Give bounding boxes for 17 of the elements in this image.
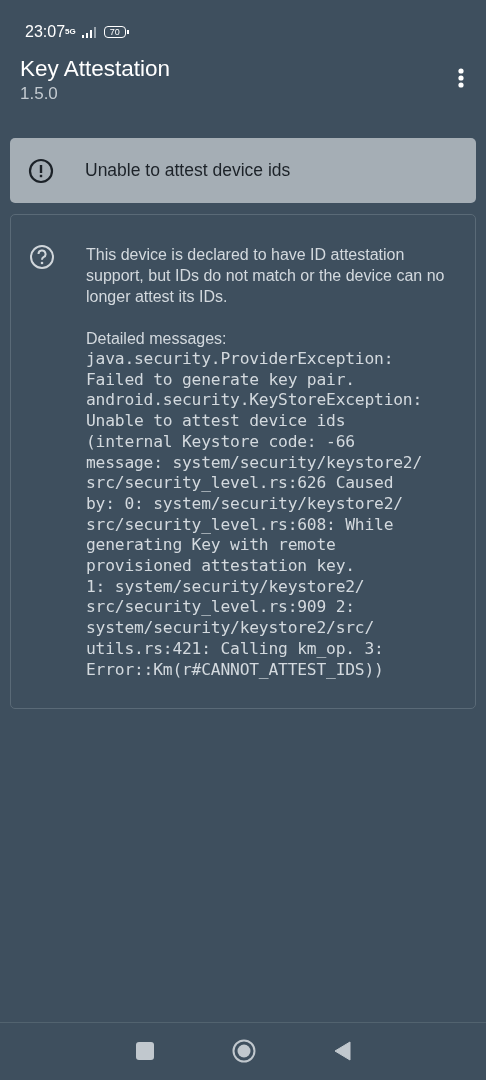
exclamation-circle-icon (28, 157, 54, 184)
network-label: 5G (65, 28, 76, 36)
app-version: 1.5.0 (20, 83, 59, 105)
back-button[interactable] (333, 1040, 351, 1061)
app-title: Key Attestation (20, 55, 172, 83)
detail-heading: Detailed messages: (86, 329, 228, 349)
clock: 23:07 (25, 23, 66, 41)
signal-icon (81, 26, 98, 38)
home-button[interactable] (231, 1038, 256, 1063)
battery-tip-icon (126, 30, 129, 34)
battery-level: 70 (103, 26, 126, 38)
more-options-icon[interactable] (458, 68, 464, 88)
banner-message: Unable to attest device ids (85, 160, 291, 181)
help-circle-icon (29, 244, 55, 270)
description-text: This device is declared to have ID attestation support, but IDs do not match or the device can no longer attest its IDs. (86, 245, 446, 307)
error-message: java.security.ProviderException: Failed to generate key pair. android.security.KeyStoreException: Unable to attest device ids (internal Keystore code: -66 message: system/security/keystore2/ src/security_level.rs:626 Caused by: 0: system/security/keystore2/ src/security_level.rs:608: While generating Key with remote provisioned attestation key. 1: system/security/keystore2/ src/security_level.rs:909 2: system/security/keystore2/src/ utils.rs:421: Calling km_op. 3: Error::Km(r#CANNOT_ATTEST_IDS)) (86, 349, 424, 681)
recents-button[interactable] (135, 1041, 154, 1060)
